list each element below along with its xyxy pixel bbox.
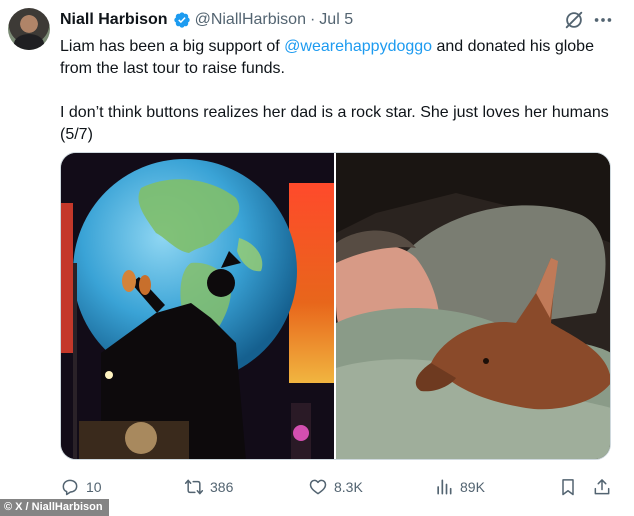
author-name[interactable]: Niall Harbison bbox=[60, 11, 168, 29]
author-handle[interactable]: @NiallHarbison bbox=[195, 11, 306, 29]
tweet-paragraph-2: I don’t think buttons realizes her dad i… bbox=[60, 104, 609, 143]
grok-icon[interactable] bbox=[563, 9, 585, 31]
like-count: 8.3K bbox=[334, 479, 363, 495]
tweet-date[interactable]: Jul 5 bbox=[319, 11, 353, 29]
mention-link[interactable]: @wearehappydoggo bbox=[284, 38, 432, 55]
concert-globe-illustration bbox=[61, 153, 334, 459]
views-button[interactable]: 89K bbox=[434, 474, 485, 500]
reply-count: 10 bbox=[86, 479, 102, 495]
tweet-header: Niall Harbison @NiallHarbison · Jul 5 bbox=[60, 9, 353, 31]
tweet-actions: 10 386 8.3K 89K bbox=[60, 474, 620, 500]
share-button[interactable] bbox=[592, 474, 612, 500]
more-icon[interactable] bbox=[592, 9, 614, 31]
views-icon bbox=[437, 479, 452, 495]
repost-button[interactable]: 386 bbox=[184, 474, 233, 500]
tweet-paragraph-1: Liam has been a big support of @wearehap… bbox=[60, 36, 620, 80]
header-separator: · bbox=[309, 11, 316, 28]
retweet-icon bbox=[184, 479, 204, 495]
tweet-text-part: Liam has been a big support of bbox=[60, 38, 285, 55]
bookmark-button[interactable] bbox=[558, 474, 578, 500]
tweet-text: Liam has been a big support of @wearehap… bbox=[60, 36, 620, 146]
bookmark-icon bbox=[562, 479, 574, 496]
share-icon bbox=[594, 479, 610, 495]
view-count: 89K bbox=[460, 479, 485, 495]
heart-icon bbox=[309, 479, 327, 495]
concert-globe-photo[interactable] bbox=[61, 153, 334, 459]
like-button[interactable]: 8.3K bbox=[308, 474, 363, 500]
man-sleeping-with-dog-photo[interactable] bbox=[336, 153, 610, 459]
author-avatar[interactable] bbox=[8, 8, 50, 50]
tweet-media bbox=[60, 152, 611, 460]
repost-count: 386 bbox=[210, 479, 234, 495]
verified-badge-icon bbox=[173, 12, 190, 28]
image-credit: © X / NiallHarbison bbox=[0, 499, 109, 516]
reply-icon bbox=[62, 479, 78, 496]
reply-button[interactable]: 10 bbox=[60, 474, 102, 500]
sleeping-dog-illustration bbox=[336, 153, 610, 459]
